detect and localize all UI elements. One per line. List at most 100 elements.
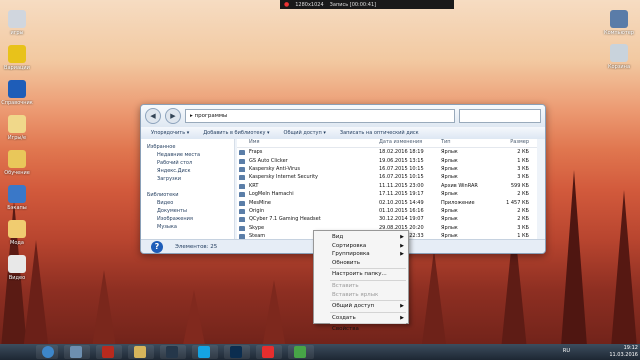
desktop-icon[interactable]: Бэкапы [0, 185, 42, 211]
desktop-icon[interactable]: Компьютер [594, 10, 640, 36]
file-size: 2 КБ [517, 216, 529, 223]
system-tray[interactable]: 19:12 11.03.2016 [578, 345, 638, 359]
file-row[interactable]: QCyber 7.1 Gaming Headset 30.12.2014 19:0… [237, 215, 537, 223]
column-size[interactable]: Размер [489, 139, 529, 147]
language-indicator[interactable]: RU [563, 348, 570, 354]
file-type: Ярлык [441, 191, 458, 198]
utorrent-task[interactable] [288, 345, 314, 359]
menu-item[interactable]: Общий доступ ▶ [314, 302, 408, 311]
column-name[interactable]: Имя [237, 139, 379, 147]
desktop-icon-label: Справочник [1, 100, 33, 106]
menu-item[interactable]: Обновить [314, 259, 408, 268]
folder-icon [8, 115, 26, 133]
back-button[interactable]: ◀ [145, 108, 161, 124]
file-date: 16.07.2015 10:15 [379, 174, 424, 181]
command-bar: Упорядочить ▾ Добавить в библиотеку ▾ Общи… [141, 127, 545, 139]
nav-item[interactable]: Документы [141, 207, 234, 215]
steam-task[interactable] [160, 345, 186, 359]
tree-silhouette [560, 170, 588, 360]
file-date: 17.11.2015 19:17 [379, 191, 424, 198]
menu-item[interactable]: Свойства [314, 325, 408, 334]
shortcut-icon [239, 158, 245, 164]
start-button[interactable] [36, 345, 58, 359]
file-row[interactable]: LogMeIn Hamachi 17.11.2015 19:17 Ярлык 2 КБ [237, 190, 537, 198]
file-type: Ярлык [441, 165, 458, 172]
desktop-icon[interactable]: Видео [0, 255, 42, 281]
menu-item[interactable]: Настроить папку... [314, 270, 408, 279]
desktop-icon-label: Вариации [4, 65, 30, 71]
nav-item[interactable]: Видео [141, 199, 234, 207]
file-size: 3 КБ [517, 224, 529, 231]
desktop-icon[interactable]: Обучение [0, 150, 42, 176]
file-name: Fraps [237, 149, 379, 156]
shortcut-icon [239, 208, 245, 214]
nav-item[interactable]: Яндекс.Диск [141, 167, 234, 175]
toolbar-button[interactable]: Общий доступ ▾ [284, 130, 326, 136]
file-row[interactable]: Kaspersky Anti-Virus 16.07.2015 10:15 Ярлы… [237, 165, 537, 173]
photoshop-task[interactable] [224, 345, 250, 359]
nav-item[interactable]: Рабочий стол [141, 159, 234, 167]
folder-task[interactable] [128, 345, 154, 359]
nav-item[interactable]: Недавние места [141, 151, 234, 159]
nav-item[interactable]: Загрузки [141, 175, 234, 183]
file-rows: Fraps 18.02.2016 18:19 Ярлык 2 КБ GS Auto Cl… [237, 148, 537, 240]
file-date: 18.02.2016 18:19 [379, 149, 424, 156]
file-name: QCyber 7.1 Gaming Headset [237, 216, 379, 223]
file-icon [8, 255, 26, 273]
file-row[interactable]: Origin 01.10.2015 16:16 Ярлык 2 КБ [237, 207, 537, 215]
file-name: Origin [237, 208, 379, 214]
column-date[interactable]: Дата изменения [379, 139, 441, 147]
desktop-icon[interactable]: Игры/е [0, 115, 42, 141]
menu-item[interactable]: Вид ▶ [314, 233, 408, 242]
media-task[interactable] [96, 345, 122, 359]
menu-item[interactable]: Создать ▶ [314, 314, 408, 323]
toolbar-button[interactable]: Упорядочить ▾ [151, 130, 189, 136]
menu-item[interactable]: Сортировка ▶ [314, 242, 408, 251]
desktop-icon[interactable]: игры [0, 10, 42, 36]
desktop-icon[interactable]: Корзина [594, 44, 640, 70]
file-row[interactable]: Fraps 18.02.2016 18:19 Ярлык 2 КБ [237, 148, 537, 156]
explorer-task[interactable] [64, 345, 90, 359]
shortcut-icon [239, 225, 245, 231]
desktop-icon[interactable]: Вариации [0, 45, 42, 71]
file-row[interactable]: MesMine 02.10.2015 14:49 Приложение 1 457 К… [237, 198, 537, 206]
nav-item[interactable]: Изображения [141, 215, 234, 223]
shortcut-icon [239, 217, 245, 223]
yandex-browser-task[interactable] [256, 345, 282, 359]
nav-item[interactable]: Музыка [141, 223, 234, 231]
skype-task[interactable] [192, 345, 218, 359]
file-size: 2 КБ [517, 149, 529, 156]
desktop-icon[interactable]: Мода [0, 220, 42, 246]
file-row[interactable]: GS Auto Clicker 19.06.2015 13:15 Ярлык 1 КБ [237, 156, 537, 164]
address-input[interactable]: ▸ программы [185, 109, 455, 123]
file-row[interactable]: Kaspersky Internet Security 16.07.2015 10… [237, 173, 537, 181]
navigation-pane: Избранное Недавние места Рабочий стол Яндек… [141, 139, 235, 246]
folder-icon [8, 150, 26, 168]
menu-item-label: Вид [332, 234, 344, 240]
nav-item[interactable]: Избранное [141, 143, 234, 151]
column-type[interactable]: Тип [441, 139, 489, 147]
address-bar-row: ◀ ▶ ▸ программы [141, 105, 545, 127]
toolbar-button[interactable]: Записать на оптический диск [340, 130, 419, 136]
file-date: 30.12.2014 19:07 [379, 216, 424, 223]
search-input[interactable] [459, 109, 541, 123]
forward-button[interactable]: ▶ [165, 108, 181, 124]
menu-separator [330, 323, 406, 325]
file-date: 16.07.2015 10:15 [379, 165, 424, 172]
nav-item[interactable]: Библиотеки [141, 191, 234, 199]
menu-item[interactable]: Группировка ▶ [314, 250, 408, 259]
file-size: 599 КБ [510, 182, 529, 189]
desktop-icon-label: Компьютер [604, 30, 634, 36]
photoshop-icon [230, 346, 242, 358]
desktop-icon[interactable]: Справочник [0, 80, 42, 106]
submenu-arrow-icon: ▶ [400, 303, 404, 310]
menu-item-label: Общий доступ [332, 303, 375, 310]
skype-icon [198, 346, 210, 358]
recycle-bin-icon [610, 44, 628, 62]
file-name-text: QCyber 7.1 Gaming Headset [249, 216, 321, 223]
file-row[interactable]: KRT 11.11.2015 23:00 Архив WinRAR 599 КБ [237, 182, 537, 190]
warning-icon [8, 45, 26, 63]
menu-separator [330, 279, 406, 281]
computer-icon [610, 10, 628, 28]
toolbar-button[interactable]: Добавить в библиотеку ▾ [203, 130, 269, 136]
